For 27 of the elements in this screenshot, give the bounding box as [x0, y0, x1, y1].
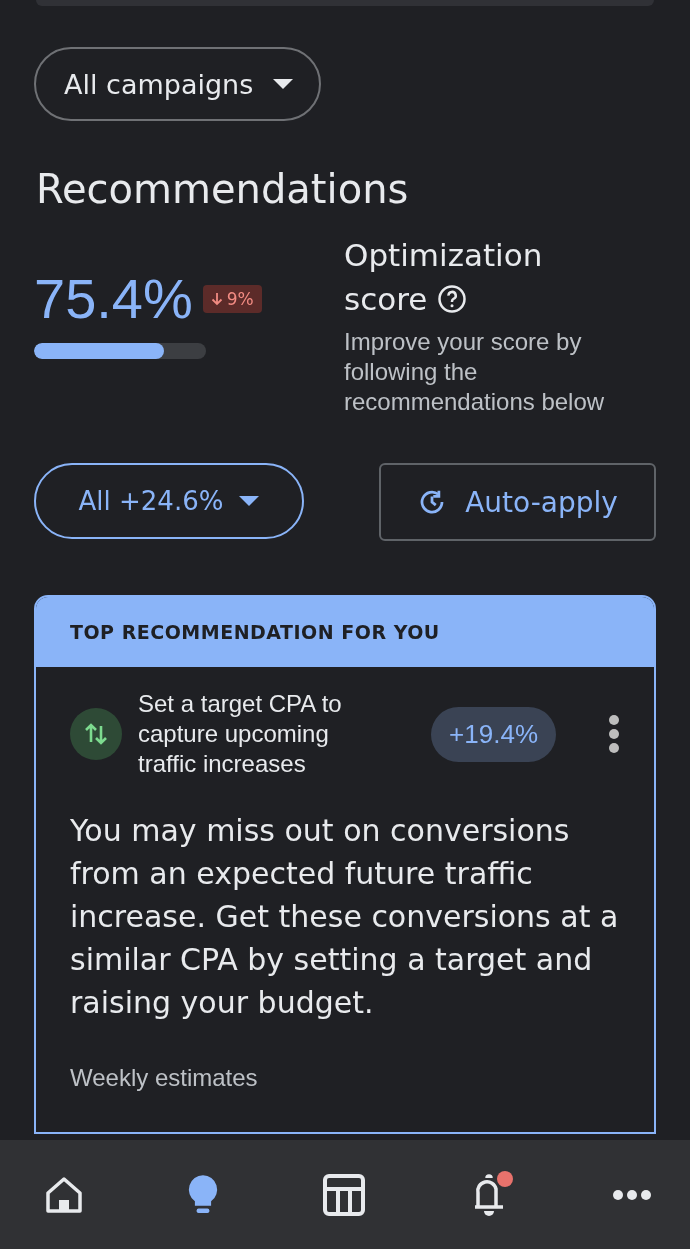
filter-dropdown[interactable]: All +24.6%	[34, 463, 304, 539]
nav-button[interactable]	[612, 1188, 652, 1201]
table-icon	[322, 1172, 366, 1217]
recommendation-title: Set a target CPA to capture upcoming traffic increases	[138, 689, 343, 779]
notification-dot	[497, 1170, 513, 1187]
nav-button[interactable]	[44, 1174, 84, 1215]
more-options-icon[interactable]	[608, 714, 620, 754]
estimates-label: Weekly estimates	[70, 1064, 259, 1092]
score-heading: Optimization	[344, 236, 543, 275]
help-icon[interactable]	[437, 284, 468, 314]
page-title: Recommendations	[36, 165, 410, 213]
caret-icon	[239, 496, 260, 506]
score-description: Improve your score by following the recommendations below	[344, 327, 606, 417]
caret-icon	[273, 79, 294, 89]
score-value: 75.4%	[34, 271, 193, 327]
uplift-badge: +19.4%	[431, 706, 556, 762]
more-icon	[612, 1188, 652, 1201]
down-arrow-icon	[210, 292, 223, 306]
campaign-dropdown[interactable]: All campaigns	[34, 47, 322, 121]
change-badge: 9%	[202, 285, 262, 313]
card-header-text: TOP RECOMMENDATION FOR YOU	[70, 621, 440, 643]
recommendation-description: You may miss out on conversions from an expected future traffic increase. Get these conversions at a similar CPA by setting a target and raising your budget.	[70, 812, 620, 1022]
home-icon	[44, 1174, 84, 1215]
score-heading: score	[344, 280, 428, 319]
swap-arrows-icon	[70, 708, 122, 760]
auto-apply-button[interactable]: Auto-apply	[379, 463, 656, 541]
nav-button[interactable]	[322, 1172, 366, 1217]
